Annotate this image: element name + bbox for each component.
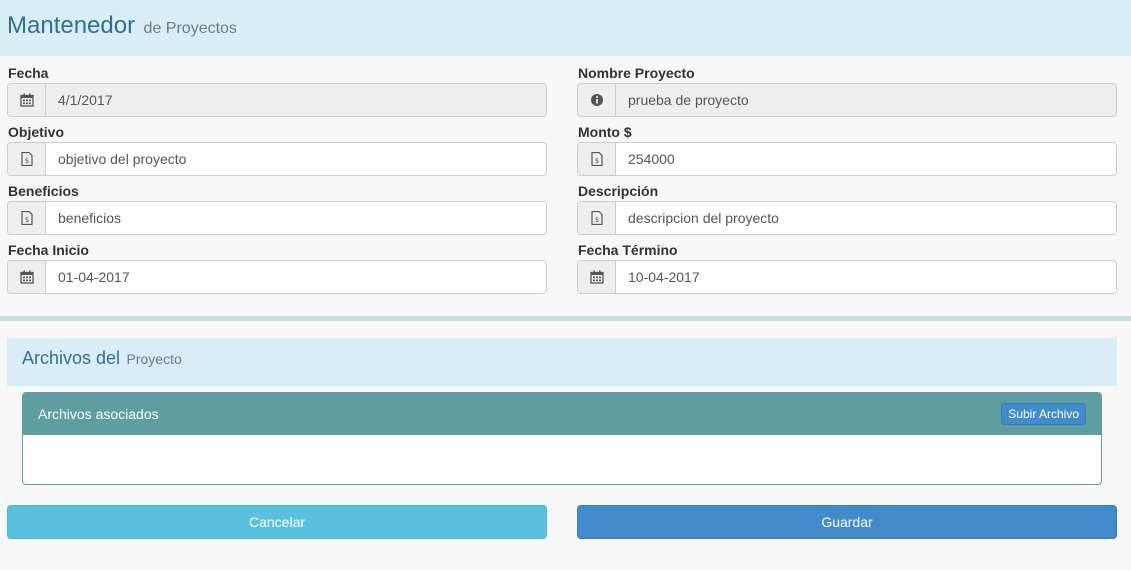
cancel-button[interactable]: Cancelar [7,505,547,539]
monto-input[interactable]: 254000 [616,143,1116,175]
files-panel-heading: Archivos asociados Subir Archivo [23,393,1101,435]
files-panel-title: Archivos asociados [38,406,159,422]
svg-text:$: $ [594,216,598,224]
svg-text:$: $ [24,157,28,165]
calendar-icon [578,261,616,293]
document-icon: $ [8,202,46,234]
files-section-title: Archivos del [22,348,121,368]
objetivo-field: Objetivo $ objetivo del proyecto [7,122,547,176]
page-title: Mantenedor [7,12,136,39]
fecha-inicio-field: Fecha Inicio 01-04-2017 [7,240,547,294]
fecha-input[interactable]: 4/1/2017 [46,84,546,116]
objetivo-input-group: $ objetivo del proyecto [7,142,547,176]
upload-file-button[interactable]: Subir Archivo [1001,403,1086,425]
files-panel: Archivos asociados Subir Archivo [22,392,1102,485]
section-divider [0,316,1131,321]
fecha-inicio-input-group: 01-04-2017 [7,260,547,294]
fecha-termino-input-group: 10-04-2017 [577,260,1117,294]
nombre-input[interactable]: prueba de proyecto [616,84,1116,116]
fecha-input-group: 4/1/2017 [7,83,547,117]
page-subtitle: de Proyectos [143,20,237,37]
nombre-input-group: prueba de proyecto [577,83,1117,117]
descripcion-input-group: $ descripcion del proyecto [577,201,1117,235]
beneficios-input-group: $ beneficios [7,201,547,235]
beneficios-label: Beneficios [8,183,79,199]
nombre-label: Nombre Proyecto [578,65,695,81]
descripcion-field: Descripción $ descripcion del proyecto [577,181,1117,235]
beneficios-input[interactable]: beneficios [46,202,546,234]
fecha-termino-field: Fecha Término 10-04-2017 [577,240,1117,294]
monto-input-group: $ 254000 [577,142,1117,176]
descripcion-label: Descripción [578,183,659,199]
monto-label: Monto $ [578,124,632,140]
objetivo-input[interactable]: objetivo del proyecto [46,143,546,175]
document-icon: $ [578,143,616,175]
page-header: Mantenedor de Proyectos [0,0,1131,56]
fecha-inicio-input[interactable]: 01-04-2017 [46,261,546,293]
save-button[interactable]: Guardar [577,505,1117,539]
fecha-field: Fecha 4/1/2017 [7,63,547,117]
fecha-inicio-label: Fecha Inicio [8,242,89,258]
monto-field: Monto $ $ 254000 [577,122,1117,176]
nombre-field: Nombre Proyecto prueba de proyecto [577,63,1117,117]
document-icon: $ [578,202,616,234]
calendar-icon [8,84,46,116]
info-icon [578,84,616,116]
fecha-termino-label: Fecha Término [578,242,678,258]
document-icon: $ [8,143,46,175]
fecha-label: Fecha [8,65,49,81]
svg-text:$: $ [24,216,28,224]
fecha-termino-input[interactable]: 10-04-2017 [616,261,1116,293]
calendar-icon [8,261,46,293]
descripcion-input[interactable]: descripcion del proyecto [616,202,1116,234]
files-section-subtitle: Proyecto [126,351,182,367]
svg-text:$: $ [594,157,598,165]
objetivo-label: Objetivo [8,124,65,140]
beneficios-field: Beneficios $ beneficios [7,181,547,235]
files-section-header: Archivos del Proyecto [7,338,1117,386]
